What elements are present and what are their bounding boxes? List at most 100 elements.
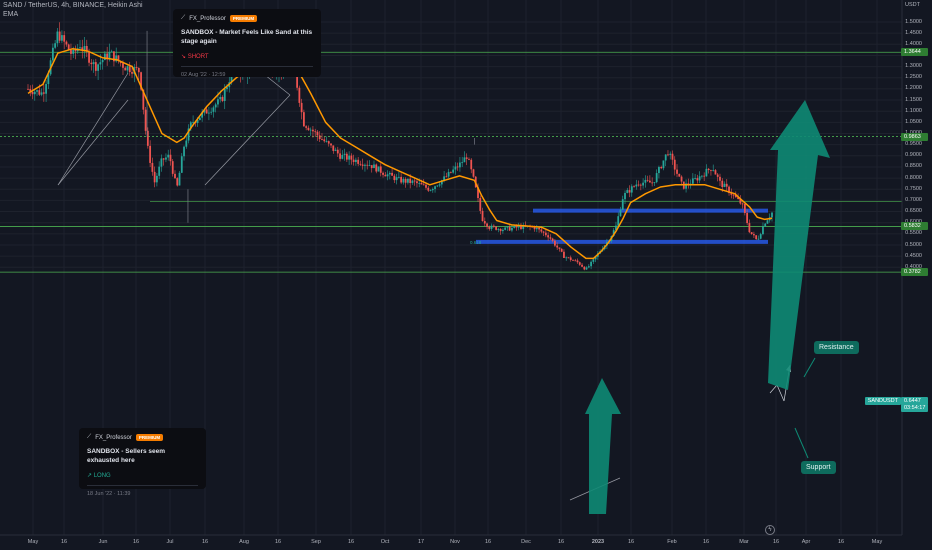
idea-card-long[interactable]: ⟋ FX_Professor PREMIUM SANDBOX - Sellers s… — [79, 428, 206, 497]
idea-direction: SHORT — [187, 53, 209, 60]
candle-body — [391, 172, 393, 176]
resistance-zone[interactable] — [533, 208, 768, 213]
candle-body — [664, 154, 667, 161]
candle-body — [764, 223, 767, 227]
candle-body — [364, 164, 366, 166]
candle-body — [402, 179, 405, 183]
symbol-header[interactable]: SAND / TetherUS, 4h, BINANCE, Heikin Ash… — [3, 2, 143, 9]
idea-card-short[interactable]: ⟋ FX_Professor PREMIUM SANDBOX - Market Fe… — [173, 9, 321, 78]
candle-body — [165, 157, 167, 160]
candle-body — [325, 141, 328, 142]
candle-body — [131, 72, 133, 74]
candle-body — [388, 172, 391, 175]
horizontal-levels — [0, 51, 902, 273]
candle-body — [488, 226, 491, 229]
candle-body — [538, 227, 540, 230]
candle-body — [223, 89, 226, 101]
price-tick: 0.8000 — [905, 174, 922, 181]
trend-line[interactable] — [204, 94, 291, 186]
candle-body — [352, 159, 355, 163]
price-tick: 0.5000 — [905, 241, 922, 248]
candle-body — [585, 267, 588, 270]
candle-body — [51, 47, 54, 61]
candle-body — [753, 234, 755, 236]
candle-body — [370, 165, 373, 169]
candle-body — [653, 182, 656, 183]
candle-body — [501, 229, 504, 232]
candle-body — [725, 183, 728, 187]
time-tick: 16 — [201, 539, 209, 545]
up-arrow-large[interactable] — [585, 378, 621, 514]
candle-body — [646, 179, 649, 181]
candle-body — [368, 165, 371, 166]
lightning-icon[interactable]: ϟ — [765, 525, 775, 535]
candle-body — [413, 180, 416, 182]
candle-body — [192, 121, 194, 123]
candle-body — [386, 174, 389, 177]
time-tick: Aug — [239, 539, 249, 545]
chart-icon: ⟋ — [87, 434, 92, 440]
candle-body — [716, 174, 719, 177]
level-tag: 0.5832 — [901, 222, 928, 231]
trend-line[interactable] — [57, 99, 129, 186]
indicator-label[interactable]: EMA — [3, 11, 18, 18]
candle-body — [137, 67, 140, 73]
candle-body — [483, 221, 486, 224]
idea-title: SANDBOX - Sellers seem exhausted here — [87, 448, 166, 465]
candle-body — [642, 182, 645, 186]
candle-body — [355, 159, 357, 163]
candles — [27, 22, 773, 271]
candle-body — [592, 259, 595, 262]
candle-body — [205, 109, 208, 114]
idea-author: FX_Professor — [189, 15, 226, 22]
candle-body — [373, 164, 375, 169]
ema-line-path[interactable] — [27, 48, 773, 260]
candle-body — [350, 155, 353, 160]
candle-body — [327, 141, 330, 144]
candle-body — [515, 225, 518, 228]
idea-title: SANDBOX - Market Feels Like Sand at this… — [181, 29, 313, 46]
candle-body — [307, 127, 310, 131]
support-zone[interactable] — [476, 239, 768, 244]
candle-body — [669, 153, 672, 155]
candle-body — [27, 88, 29, 90]
candle-body — [626, 190, 629, 193]
candle-body — [40, 92, 43, 95]
candle-body — [99, 62, 102, 65]
candle-body — [506, 226, 509, 228]
candle-body — [359, 163, 362, 165]
candle-body — [56, 31, 59, 44]
candle-body — [762, 226, 764, 235]
candle-body — [58, 31, 61, 41]
candle-body — [617, 216, 620, 226]
candle-body — [461, 162, 464, 164]
candle-body — [486, 223, 488, 227]
candle-body — [361, 164, 364, 166]
trend-line[interactable] — [57, 72, 129, 186]
candle-body — [698, 176, 701, 181]
peak-annotation: 0.618 — [470, 240, 482, 245]
time-tick: 16 — [627, 539, 635, 545]
candle-body — [208, 112, 210, 114]
candle-body — [36, 90, 38, 92]
candle-body — [520, 226, 522, 229]
candle-body — [375, 164, 378, 172]
candle-body — [721, 180, 724, 188]
time-tick: 16 — [484, 539, 492, 545]
candle-body — [94, 62, 97, 71]
price-tick: 0.7000 — [905, 196, 922, 203]
candle-body — [472, 169, 475, 177]
level-tag: 0.9863 — [901, 132, 928, 141]
candle-body — [122, 63, 124, 68]
candle-body — [214, 104, 217, 108]
candle-body — [660, 167, 663, 169]
price-tick: 1.1500 — [905, 96, 922, 103]
symbol-tag: SANDUSDT — [864, 397, 901, 405]
candle-body — [567, 257, 570, 259]
candle-body — [162, 158, 165, 160]
candle-body — [88, 51, 90, 63]
candle-body — [305, 126, 308, 128]
candle-body — [499, 228, 502, 232]
candle-body — [379, 166, 382, 173]
candle-body — [312, 129, 314, 132]
